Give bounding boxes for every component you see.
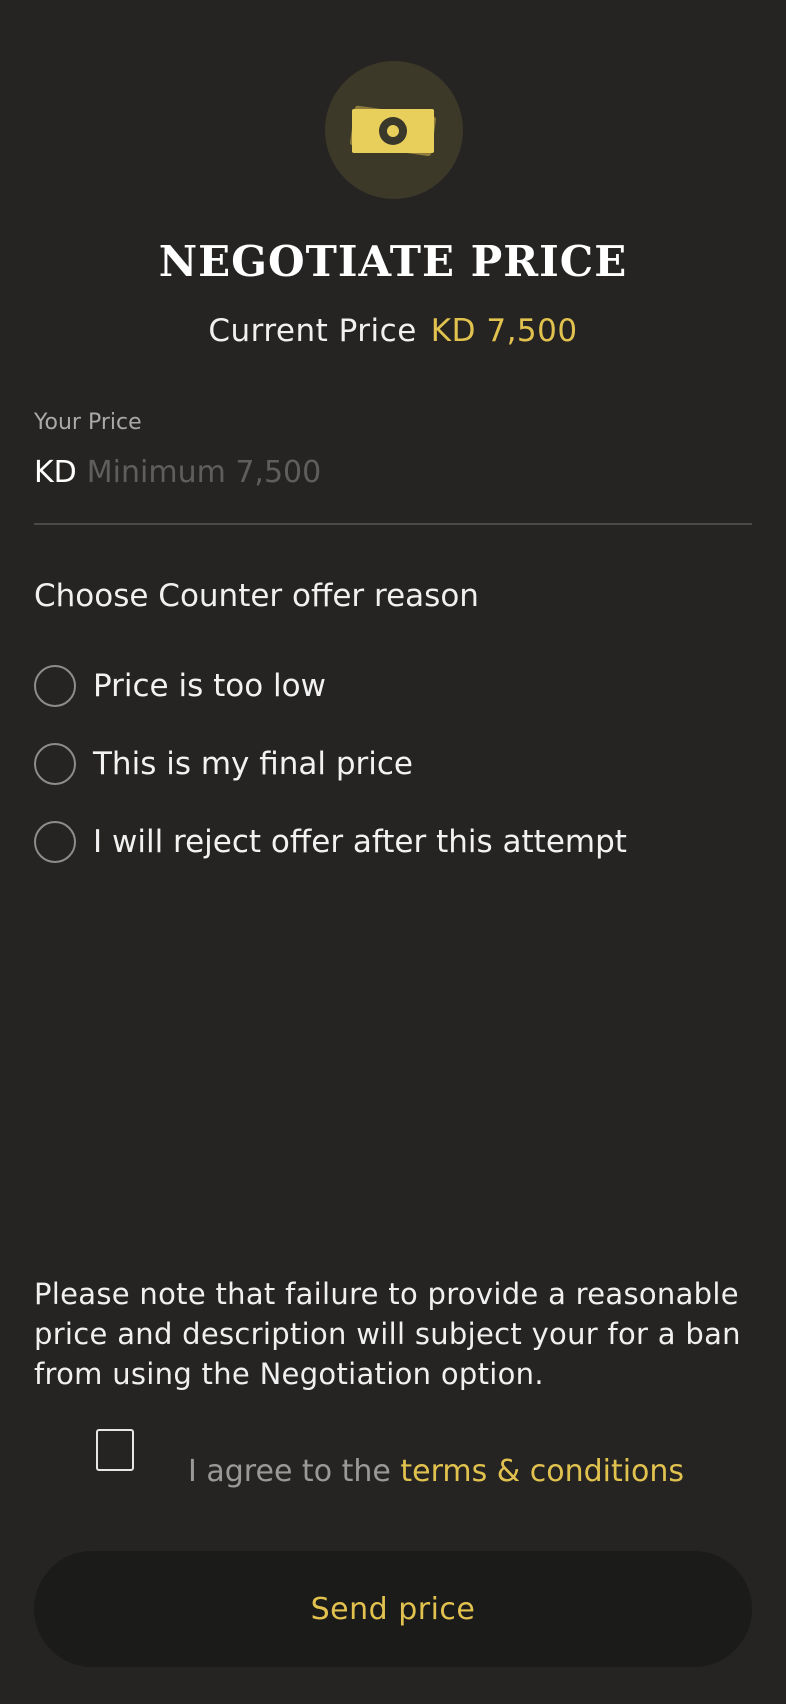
- current-price-label: Current Price: [208, 313, 417, 349]
- money-icon: [350, 105, 437, 156]
- currency-label: KD: [34, 455, 77, 490]
- agree-checkbox[interactable]: [96, 1429, 134, 1471]
- terms-link[interactable]: terms & conditions: [400, 1454, 684, 1489]
- agreement-prefix: I agree to the: [188, 1454, 391, 1489]
- money-icon-badge: [325, 61, 463, 199]
- send-price-button[interactable]: Send price: [34, 1551, 752, 1667]
- agreement-text: I agree to the terms & conditions: [188, 1454, 684, 1489]
- reason-option-reject-after-attempt[interactable]: I will reject offer after this attempt: [34, 821, 627, 863]
- price-input[interactable]: [86, 455, 687, 491]
- reason-option-label: Price is too low: [93, 668, 326, 704]
- reason-option-label: This is my final price: [93, 746, 414, 782]
- reason-option-price-too-low[interactable]: Price is too low: [34, 665, 326, 707]
- ban-warning-note: Please note that failure to provide a re…: [34, 1277, 741, 1391]
- radio-button[interactable]: [34, 743, 76, 785]
- current-price-value: KD 7,500: [430, 313, 578, 349]
- reason-option-label: I will reject offer after this attempt: [93, 824, 627, 860]
- your-price-label: Your Price: [34, 410, 142, 435]
- reason-option-final-price[interactable]: This is my final price: [34, 743, 413, 785]
- price-input-row: KD: [34, 455, 752, 525]
- current-price: Current Price KD 7,500: [0, 313, 786, 349]
- page-title: NEGOTIATE PRICE: [158, 237, 628, 286]
- reason-heading: Choose Counter offer reason: [34, 578, 479, 614]
- radio-button[interactable]: [34, 821, 76, 863]
- radio-button[interactable]: [34, 665, 76, 707]
